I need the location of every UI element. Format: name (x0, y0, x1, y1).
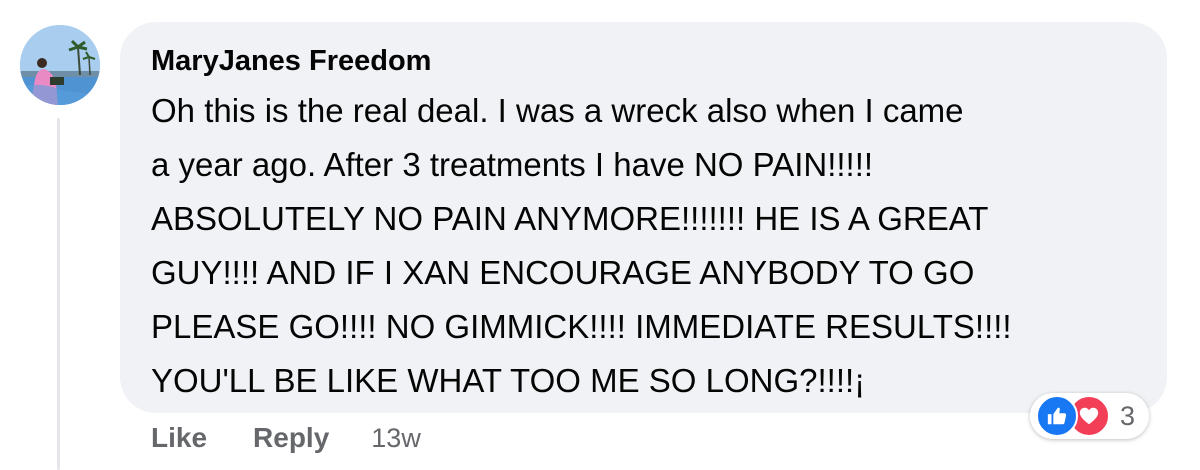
comment-text-line: Oh this is the real deal. I was a wreck … (151, 92, 964, 129)
comment-text: Oh this is the real deal. I was a wreck … (151, 84, 1137, 408)
reaction-count: 3 (1120, 401, 1136, 431)
reactions-summary[interactable]: 3 (1030, 393, 1150, 439)
reply-button[interactable]: Reply (253, 420, 329, 456)
comment-timestamp[interactable]: 13w (371, 420, 421, 456)
avatar[interactable] (20, 25, 100, 105)
comment-container: MaryJanes Freedom Oh this is the real de… (0, 0, 1200, 470)
like-icon (1036, 395, 1078, 437)
comment-text-line: ABSOLUTELY NO PAIN ANYMORE!!!!!!! HE IS … (151, 200, 989, 237)
comment-text-line: a year ago. After 3 treatments I have NO… (151, 146, 874, 183)
comment-bubble: MaryJanes Freedom Oh this is the real de… (120, 22, 1167, 413)
comment-text-line: GUY!!!! AND IF I XAN ENCOURAGE ANYBODY T… (151, 254, 975, 291)
like-button[interactable]: Like (151, 420, 207, 456)
reply-thread-line (57, 118, 60, 470)
comment-author[interactable]: MaryJanes Freedom (151, 44, 1137, 78)
avatar-image (20, 25, 100, 105)
comment-text-line: PLEASE GO!!!! NO GIMMICK!!!! IMMEDIATE R… (151, 308, 1012, 345)
comment-text-line: YOU'LL BE LIKE WHAT TOO ME SO LONG?!!!!¡ (151, 362, 866, 399)
comment-actions: Like Reply 13w (151, 420, 421, 456)
